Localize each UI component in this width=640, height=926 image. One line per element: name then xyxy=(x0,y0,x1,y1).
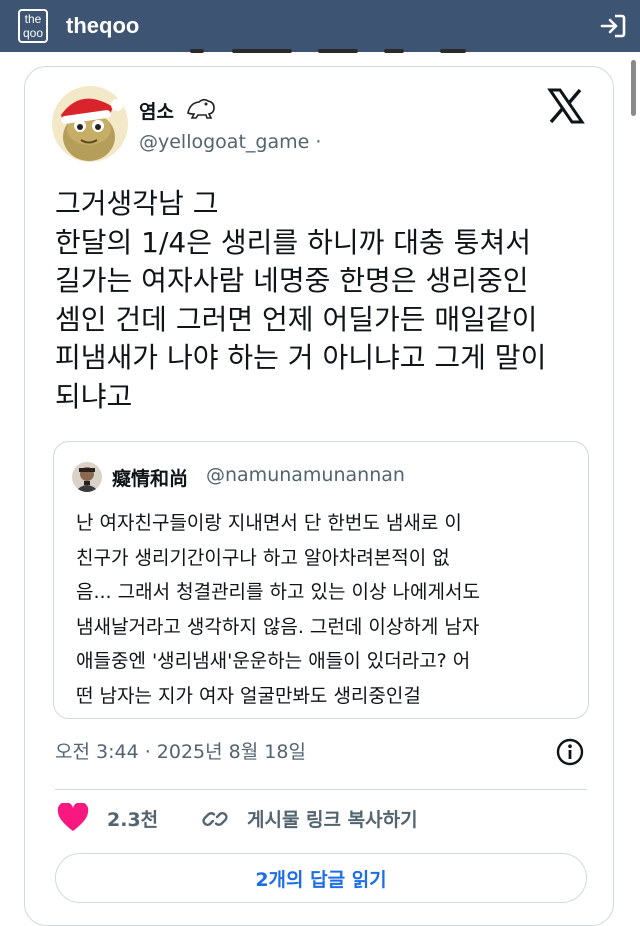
logo-top-text: the xyxy=(24,12,42,26)
tweet-line: 되냐고 xyxy=(55,379,133,413)
tweet-timestamp[interactable]: 오전 3:44 · 2025년 8월 18일 xyxy=(55,737,306,764)
top-bar: the qoo theqoo xyxy=(0,0,640,52)
like-count: 2.3천 xyxy=(107,809,159,831)
quote-author-handle: @namunamunannan xyxy=(206,464,405,486)
tweet-line: 한달의 1/4은 생리를 하니까 대충 퉁쳐서 xyxy=(55,225,531,259)
quote-line: 음... 그래서 청결관리를 하고 있는 이상 나에게서도 xyxy=(76,581,480,603)
cropped-content-strip xyxy=(0,49,640,58)
link-icon[interactable] xyxy=(201,805,229,833)
logo-bottom-text: qoo xyxy=(22,26,44,40)
author-handle[interactable]: @yellogoat_game · xyxy=(139,131,321,153)
read-replies-button[interactable]: 2개의 답글 읽기 xyxy=(55,853,587,903)
page-scrollbar[interactable] xyxy=(631,60,636,116)
quote-author-avatar xyxy=(72,462,102,492)
site-name[interactable]: theqoo xyxy=(66,13,139,39)
quote-line: 친구가 생리기간이구나 하고 알아차려본적이 없 xyxy=(76,546,450,569)
tweet-line: 그거생각남 그 xyxy=(55,187,219,220)
read-replies-label: 2개의 답글 읽기 xyxy=(255,868,387,891)
x-logo-icon[interactable] xyxy=(547,87,585,125)
quote-author-name: 癡情和尚 xyxy=(112,468,189,490)
quote-line: 냄새날거라고 생각하지 않음. 그런데 이상하게 남자 xyxy=(76,615,480,638)
author-name[interactable]: 염소 xyxy=(139,97,174,124)
tweet-body: 그거생각남 그 한달의 1/4은 생리를 하니까 대충 퉁쳐서 길가는 여자사람… xyxy=(55,185,595,416)
quote-line: 떤 남자는 지가 여자 얼굴만봐도 생리중인걸 xyxy=(76,684,421,707)
site-logo[interactable]: the qoo xyxy=(18,9,48,43)
heart-icon[interactable] xyxy=(57,803,89,833)
copy-link-button[interactable]: 게시물 링크 복사하기 xyxy=(247,805,418,832)
author-avatar[interactable] xyxy=(51,85,129,163)
info-icon[interactable] xyxy=(555,737,585,767)
tweet-line: 셈인 건데 그러면 언제 어딜가든 매일같이 xyxy=(55,302,538,336)
tweet-line: 피냄새가 나야 하는 거 아니냐고 그게 말이 xyxy=(55,341,547,374)
quoted-tweet[interactable]: 癡情和尚 @namunamunannan 난 여자친구들이랑 지내면서 단 한번… xyxy=(53,441,589,719)
quote-body: 난 여자친구들이랑 지내면서 단 한번도 냄새로 이 친구가 생리기간이구나 하… xyxy=(76,506,576,713)
tweet-card: 염소 @yellogoat_game · 그거생각남 그 한달의 1/4은 생리… xyxy=(24,66,614,926)
quote-line: 애들중엔 '생리냄새'운운하는 애들이 있더라고? 어 xyxy=(76,650,471,672)
login-icon[interactable] xyxy=(598,11,628,41)
quote-line: 난 여자친구들이랑 지내면서 단 한번도 냄새로 이 xyxy=(76,512,462,534)
frog-icon xyxy=(187,98,215,119)
tweet-line: 길가는 여자사람 네명중 한명은 생리중인 xyxy=(55,264,529,297)
divider xyxy=(55,789,587,790)
